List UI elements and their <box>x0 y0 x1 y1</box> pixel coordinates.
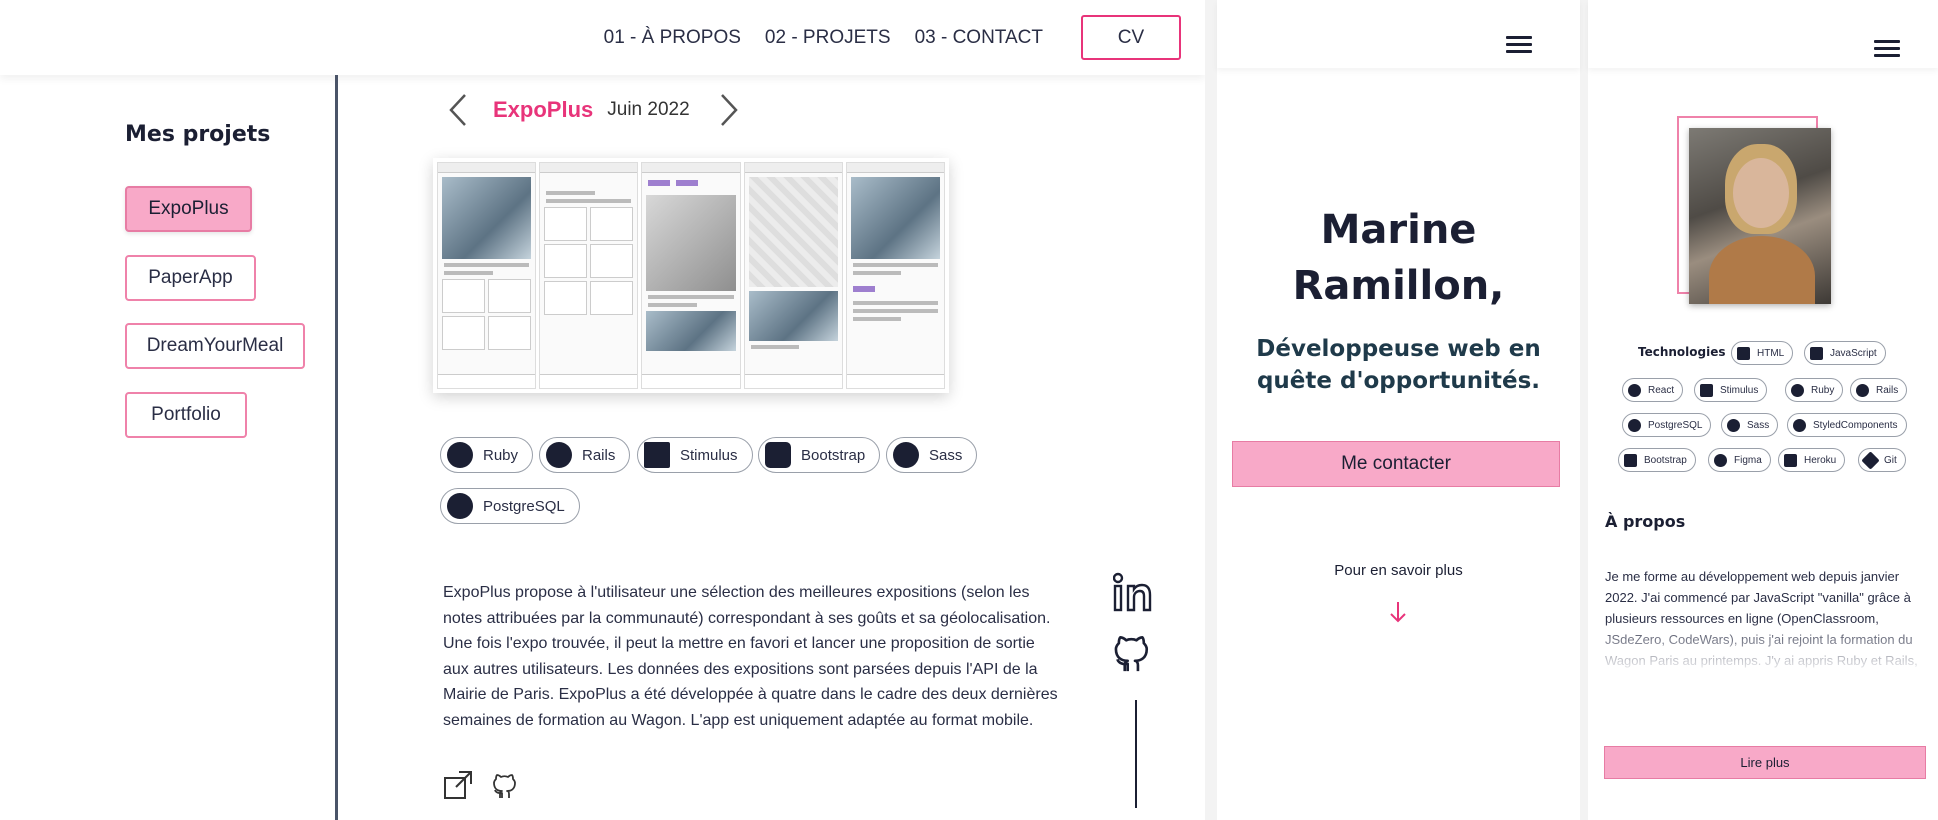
tech-chip-postgresql: PostgreSQL <box>440 488 580 524</box>
bootstrap-icon <box>1624 453 1637 467</box>
tech-chip-rails: Rails <box>539 437 631 473</box>
stimulus-icon <box>644 442 670 468</box>
tech-chip-rails: Rails <box>1850 378 1908 402</box>
stimulus-icon <box>1700 383 1713 397</box>
tech-chip-heroku: Heroku <box>1778 448 1846 472</box>
github-icon[interactable] <box>493 770 521 800</box>
sass-icon <box>893 442 919 468</box>
learn-more-label[interactable]: Pour en savoir plus <box>1217 562 1580 579</box>
project-button-expoplus[interactable]: ExpoPlus <box>125 186 252 232</box>
postgresql-icon <box>1628 418 1641 432</box>
cv-button[interactable]: CV <box>1081 15 1181 60</box>
mobile-header <box>1588 0 1938 68</box>
app-screen-mockup <box>539 162 639 389</box>
project-description: ExpoPlus propose à l'utilisateur une sél… <box>443 584 1058 729</box>
tech-chip-sass: Sass <box>1721 413 1779 437</box>
styledcomponents-icon <box>1793 418 1806 432</box>
hamburger-menu-icon[interactable] <box>1874 40 1900 58</box>
mobile-about-view: Technologies HTML JavaScript React Stimu… <box>1588 0 1938 820</box>
tech-chip-git: Git <box>1858 448 1906 472</box>
mobile-home-view: Marine Ramillon, Développeuse web en quê… <box>1217 0 1580 820</box>
sidebar-title: Mes projets <box>125 122 271 147</box>
react-icon <box>1628 383 1641 397</box>
heroku-icon <box>1784 453 1797 467</box>
ruby-icon <box>447 442 473 468</box>
social-divider-line <box>1135 700 1137 808</box>
project-title: ExpoPlus <box>493 97 594 122</box>
app-screen-mockup <box>641 162 741 389</box>
app-screen-mockup <box>845 162 946 389</box>
top-navbar: 01 - À PROPOS 02 - PROJETS 03 - CONTACT … <box>0 0 1205 75</box>
tech-chip-sass: Sass <box>886 437 978 473</box>
rails-icon <box>546 442 572 468</box>
project-screenshot <box>433 158 949 393</box>
postgresql-icon <box>447 493 473 519</box>
hero-name: Marine Ramillon, <box>1292 207 1505 309</box>
tech-chip-ruby: Ruby <box>1785 378 1844 402</box>
nav-link-contact[interactable]: 03 - CONTACT <box>915 27 1043 49</box>
tech-chip-javascript: JavaScript <box>1804 341 1886 365</box>
linkedin-icon[interactable] <box>1113 572 1157 612</box>
project-links <box>443 770 521 800</box>
rails-icon <box>1856 383 1869 397</box>
ruby-icon <box>1791 383 1804 397</box>
about-title: À propos <box>1605 512 1686 531</box>
projects-sidebar: Mes projets ExpoPlus PaperApp DreamYourM… <box>0 75 338 820</box>
tech-chip-bootstrap: Bootstrap <box>1618 448 1696 472</box>
desktop-view: 01 - À PROPOS 02 - PROJETS 03 - CONTACT … <box>0 0 1205 820</box>
tech-chip-postgresql: PostgreSQL <box>1622 413 1712 437</box>
tech-chip-stimulus: Stimulus <box>637 437 753 473</box>
project-date: Juin 2022 <box>607 99 690 120</box>
profile-photo <box>1689 128 1831 304</box>
project-header: ExpoPlus Juin 2022 <box>445 92 742 128</box>
sass-icon <box>1727 418 1740 432</box>
javascript-icon <box>1810 346 1823 360</box>
mobile-header <box>1217 0 1580 68</box>
contact-button[interactable]: Me contacter <box>1232 441 1560 487</box>
nav-link-projects[interactable]: 02 - PROJETS <box>765 27 891 49</box>
previous-project-arrow-icon[interactable] <box>445 92 471 128</box>
tech-chip-bootstrap: Bootstrap <box>758 437 881 473</box>
arrow-down-icon[interactable] <box>1388 600 1408 624</box>
figma-icon <box>1714 453 1727 467</box>
tech-chip-styledcomponents: StyledComponents <box>1787 413 1907 437</box>
project-button-paperapp[interactable]: PaperApp <box>125 255 256 301</box>
next-project-arrow-icon[interactable] <box>716 92 742 128</box>
app-screen-mockup <box>437 162 537 389</box>
tech-chip-stimulus: Stimulus <box>1694 378 1768 402</box>
github-icon[interactable] <box>1114 630 1156 674</box>
tech-chip-html: HTML <box>1731 341 1794 365</box>
app-screen-mockup <box>743 162 843 389</box>
technologies-title: Technologies <box>1638 345 1726 359</box>
project-button-dreamyourmeal[interactable]: DreamYourMeal <box>125 323 305 369</box>
hero-role: Développeuse web en quête d'opportunités… <box>1256 336 1541 394</box>
tech-chip-ruby: Ruby <box>440 437 534 473</box>
about-text-fade <box>1605 620 1927 675</box>
tech-chip-react: React <box>1622 378 1684 402</box>
external-link-icon[interactable] <box>443 770 473 800</box>
hamburger-menu-icon[interactable] <box>1506 36 1532 54</box>
tech-chip-figma: Figma <box>1708 448 1771 472</box>
git-icon <box>1861 450 1880 470</box>
read-more-button[interactable]: Lire plus <box>1604 746 1926 779</box>
bootstrap-icon <box>765 442 791 468</box>
html-icon <box>1737 346 1750 360</box>
nav-link-about[interactable]: 01 - À PROPOS <box>604 27 741 49</box>
project-button-portfolio[interactable]: Portfolio <box>125 392 247 438</box>
